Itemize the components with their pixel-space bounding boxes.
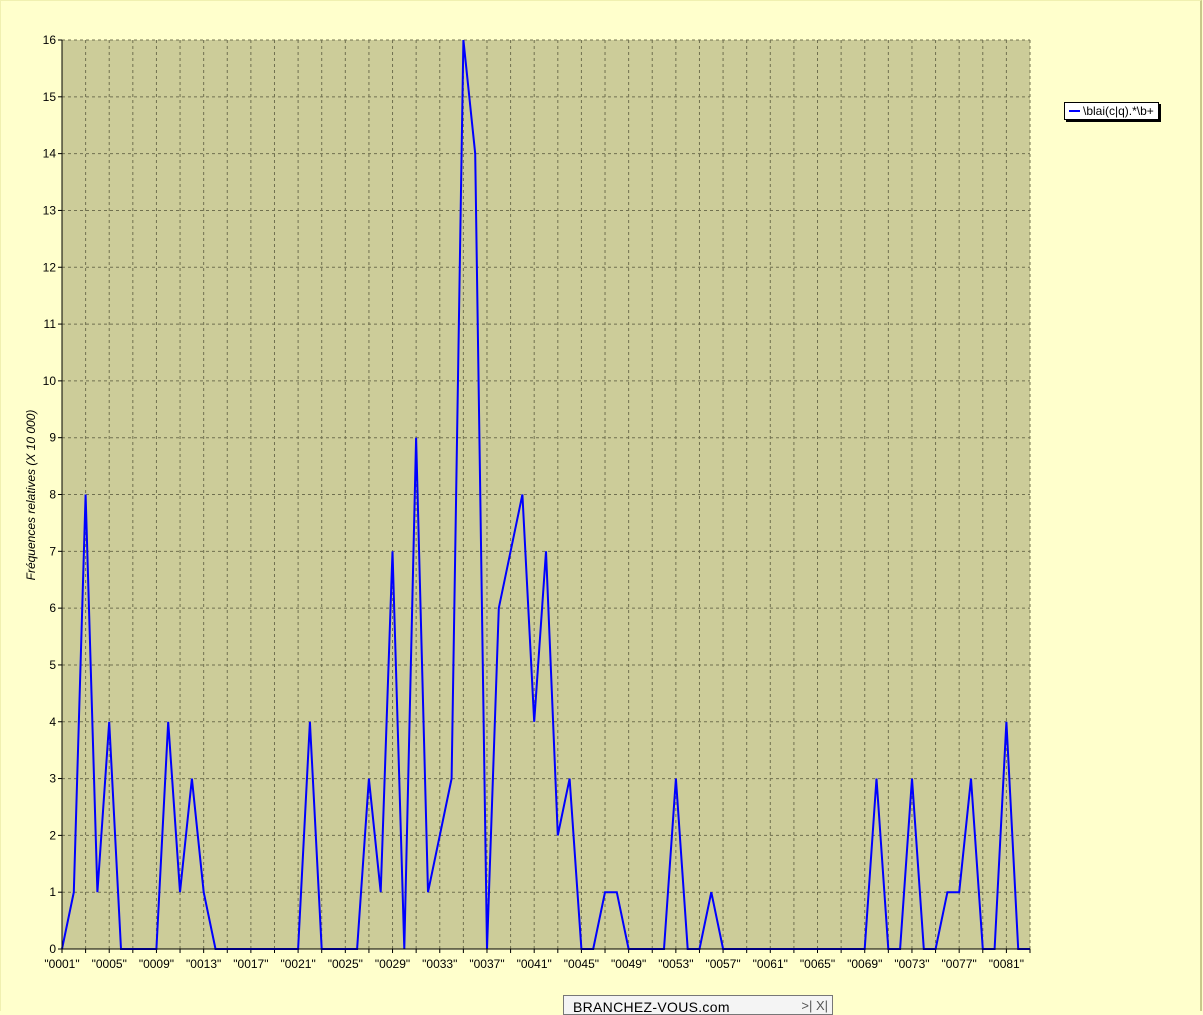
- x-tick-label: "0045": [564, 957, 599, 971]
- y-tick-label: 3: [49, 772, 56, 786]
- legend-label: \blai(c|q).*\b+: [1083, 104, 1154, 118]
- x-tick-label: "0017": [233, 957, 268, 971]
- y-axis-label: Fréquences relatives (X 10 000): [24, 410, 38, 581]
- y-tick-label: 13: [43, 203, 57, 217]
- x-tick-label: "0065": [800, 957, 835, 971]
- x-tick-label: "0081": [989, 957, 1024, 971]
- x-tick-label: "0049": [611, 957, 646, 971]
- y-tick-label: 6: [49, 601, 56, 615]
- legend-swatch: [1069, 110, 1080, 112]
- x-tick-label: "0061": [753, 957, 788, 971]
- y-tick-label: 4: [49, 715, 56, 729]
- y-tick-label: 5: [49, 658, 56, 672]
- y-tick-label: 12: [43, 260, 57, 274]
- y-axis-ticks: 012345678910111213141516: [43, 33, 62, 956]
- y-tick-label: 7: [49, 544, 56, 558]
- x-axis-ticks: "0001" "0005" "0009" "0013" "0017" "0021" "002…: [44, 949, 1031, 971]
- x-tick-label: "0053": [658, 957, 693, 971]
- x-tick-label: "0009": [139, 957, 174, 971]
- y-tick-label: 9: [49, 431, 56, 445]
- x-tick-label: "0029": [375, 957, 410, 971]
- x-tick-label: "0037": [469, 957, 504, 971]
- y-tick-label: 16: [43, 33, 57, 47]
- x-tick-label: "0021": [280, 957, 315, 971]
- x-tick-label: "0033": [422, 957, 457, 971]
- brand-link[interactable]: BRANCHEZ-VOUS.com: [573, 999, 730, 1015]
- y-tick-label: 14: [43, 147, 57, 161]
- x-tick-label: "0001": [44, 957, 79, 971]
- x-tick-label: "0005": [92, 957, 127, 971]
- x-tick-label: "0041": [517, 957, 552, 971]
- y-tick-label: 2: [49, 828, 56, 842]
- y-tick-label: 10: [43, 374, 57, 388]
- x-tick-label: "0057": [705, 957, 740, 971]
- x-tick-label: "0013": [186, 957, 221, 971]
- brand-bar[interactable]: BRANCHEZ-VOUS.com >| X|: [563, 995, 833, 1015]
- x-tick-label: "0069": [847, 957, 882, 971]
- legend: \blai(c|q).*\b+: [1064, 102, 1159, 120]
- line-chart: 012345678910111213141516 "0001" "0005" "00…: [24, 33, 1031, 971]
- y-tick-label: 1: [49, 885, 56, 899]
- x-tick-label: "0073": [894, 957, 929, 971]
- y-tick-label: 0: [49, 942, 56, 956]
- x-tick-label: "0025": [328, 957, 363, 971]
- y-tick-label: 8: [49, 488, 56, 502]
- brand-controls[interactable]: >| X|: [801, 998, 828, 1013]
- y-tick-label: 11: [44, 317, 57, 331]
- x-tick-label: "0077": [942, 957, 977, 971]
- y-tick-label: 15: [43, 90, 57, 104]
